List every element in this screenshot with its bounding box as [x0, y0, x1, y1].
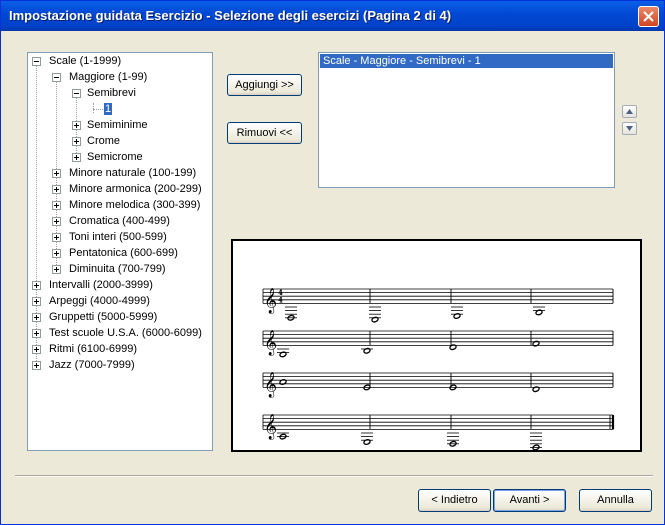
separator [15, 475, 653, 477]
whole-note [532, 340, 540, 347]
cancel-button[interactable]: Annulla [579, 489, 652, 512]
dialog-window: Impostazione guidata Esercizio - Selezio… [0, 0, 665, 525]
back-button[interactable]: < Indietro [418, 489, 491, 512]
add-button[interactable]: Aggiungi >> [227, 74, 302, 96]
move-up-button[interactable] [622, 105, 637, 118]
whole-note [363, 439, 371, 445]
tree-line [93, 109, 103, 110]
expand-icon[interactable] [32, 313, 41, 322]
expand-icon[interactable] [32, 345, 41, 354]
whole-note [532, 386, 540, 393]
time-signature: 4 [278, 288, 283, 297]
list-item[interactable]: Scale - Maggiore - Semibrevi - 1 [320, 54, 613, 68]
move-down-button[interactable] [622, 122, 637, 135]
close-button[interactable] [638, 6, 659, 27]
expand-icon[interactable] [32, 281, 41, 290]
treble-clef-icon: 𝄞 [264, 329, 277, 355]
expand-icon[interactable] [52, 217, 61, 226]
expand-icon[interactable] [32, 297, 41, 306]
expand-icon[interactable] [72, 121, 81, 130]
treble-clef-icon: 𝄞 [264, 413, 277, 439]
close-icon [643, 11, 654, 22]
arrow-down-icon [626, 126, 633, 131]
exercise-tree[interactable]: Scale (1-1999) Maggiore (1-99) Semibrevi… [27, 52, 213, 451]
whole-note [279, 379, 287, 385]
next-button[interactable]: Avanti > [493, 489, 566, 512]
treble-clef-icon: 𝄞 [264, 371, 277, 397]
whole-note [279, 351, 287, 358]
music-staff-preview: 𝄞 44𝄞𝄞𝄞 [262, 287, 615, 451]
expand-icon[interactable] [52, 201, 61, 210]
whole-note [371, 316, 379, 323]
treble-clef-icon: 𝄞 [264, 287, 277, 313]
expand-icon[interactable] [72, 137, 81, 146]
score-preview: 𝄞 4 4 𝄞 𝄞 𝄞 [231, 239, 642, 452]
window-title: Impostazione guidata Esercizio - Selezio… [9, 8, 452, 23]
whole-note [363, 347, 371, 354]
tree-node-1[interactable]: 1 [104, 101, 113, 117]
whole-note [449, 344, 457, 351]
whole-note [453, 313, 461, 319]
expand-icon[interactable] [32, 329, 41, 338]
expand-icon[interactable] [52, 265, 61, 274]
expand-icon[interactable] [52, 249, 61, 258]
expand-icon[interactable] [52, 233, 61, 242]
selected-exercises-list[interactable]: Scale - Maggiore - Semibrevi - 1 [318, 52, 615, 188]
remove-button[interactable]: Rimuovi << [227, 122, 302, 144]
whole-note [535, 309, 543, 316]
collapse-icon[interactable] [52, 73, 61, 82]
title-bar[interactable]: Impostazione guidata Esercizio - Selezio… [1, 1, 664, 31]
expand-icon[interactable] [32, 361, 41, 370]
arrow-up-icon [626, 109, 633, 114]
collapse-icon[interactable] [32, 57, 41, 66]
tree-line [93, 103, 94, 113]
expand-icon[interactable] [52, 185, 61, 194]
expand-icon[interactable] [52, 169, 61, 178]
expand-icon[interactable] [72, 153, 81, 162]
collapse-icon[interactable] [72, 89, 81, 98]
